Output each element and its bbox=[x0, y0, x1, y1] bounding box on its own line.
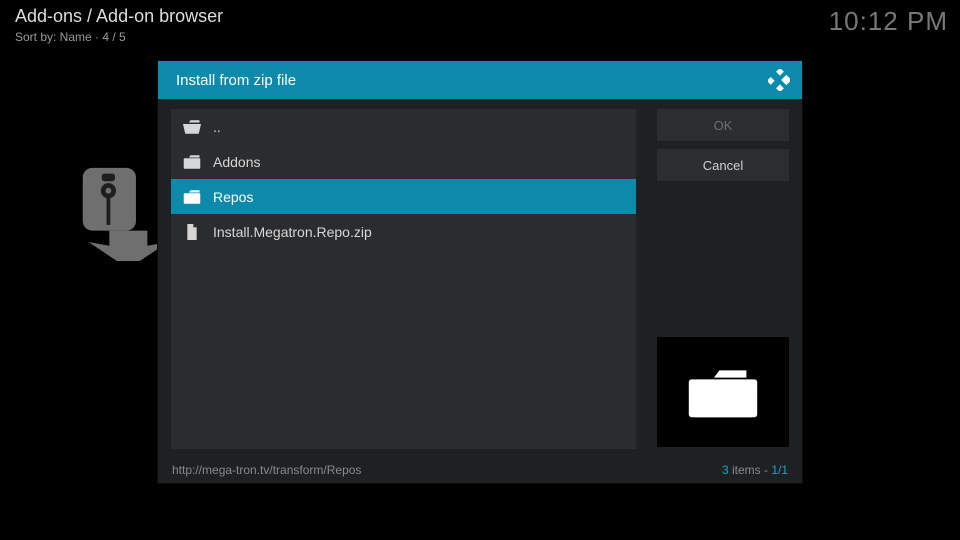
file-row[interactable]: Repos bbox=[171, 179, 636, 214]
file-row[interactable]: Install.Megatron.Repo.zip bbox=[171, 214, 636, 249]
preview-tile bbox=[657, 337, 789, 447]
item-count: 3 items - 1/1 bbox=[722, 463, 788, 477]
sort-line: Sort by: Name · 4 / 5 bbox=[15, 30, 126, 44]
install-zip-dialog: Install from zip file .. Addons Repos In… bbox=[157, 60, 803, 484]
file-name: Install.Megatron.Repo.zip bbox=[213, 224, 372, 240]
ok-button[interactable]: OK bbox=[657, 109, 789, 141]
clock: 10:12 PM bbox=[829, 6, 948, 37]
folder-open-icon bbox=[183, 119, 201, 135]
file-name: Repos bbox=[213, 189, 253, 205]
folder-icon bbox=[183, 189, 201, 205]
dialog-footer: http://mega-tron.tv/transform/Repos 3 it… bbox=[158, 457, 802, 483]
cancel-button[interactable]: Cancel bbox=[657, 149, 789, 181]
dialog-header: Install from zip file bbox=[158, 61, 802, 99]
file-name: Addons bbox=[213, 154, 260, 170]
kodi-logo-icon bbox=[768, 69, 790, 91]
folder-icon bbox=[183, 154, 201, 170]
file-name: .. bbox=[213, 119, 221, 135]
current-path: http://mega-tron.tv/transform/Repos bbox=[172, 463, 722, 477]
file-row[interactable]: Addons bbox=[171, 144, 636, 179]
dialog-title: Install from zip file bbox=[176, 72, 768, 89]
file-icon bbox=[183, 224, 201, 240]
breadcrumb: Add-ons / Add-on browser bbox=[15, 6, 223, 27]
file-list: .. Addons Repos Install.Megatron.Repo.zi… bbox=[171, 109, 636, 449]
folder-preview-icon bbox=[687, 363, 759, 421]
file-row[interactable]: .. bbox=[171, 109, 636, 144]
